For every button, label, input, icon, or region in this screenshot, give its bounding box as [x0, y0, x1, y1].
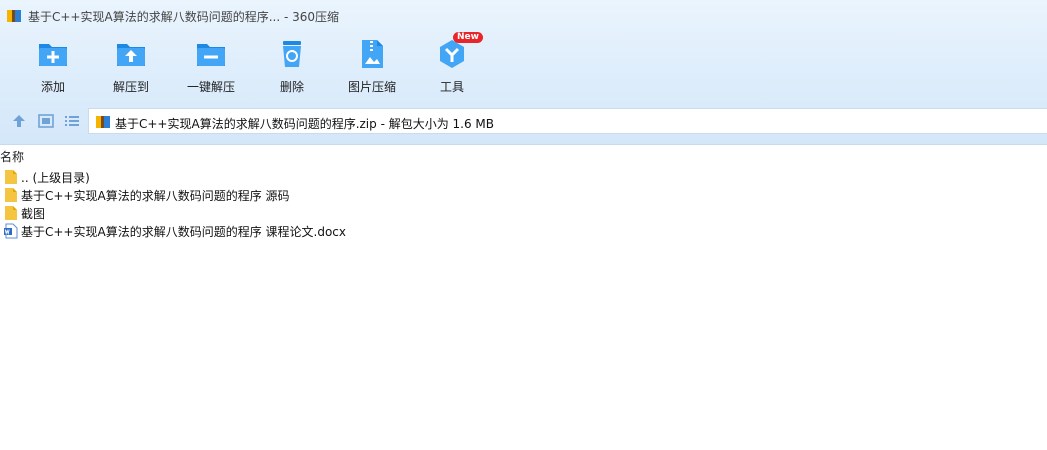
folder-icon [5, 206, 17, 220]
path-bar[interactable]: 基于C++实现A算法的求解八数码问题的程序.zip - 解包大小为 1.6 MB [88, 108, 1047, 134]
top-panel: 基于C++实现A算法的求解八数码问题的程序... - 360压缩 添加 解压到 [0, 0, 1047, 145]
word-document-icon [4, 223, 18, 239]
new-badge: New [453, 32, 483, 43]
list-item-screenshot-folder[interactable]: 截图 [4, 204, 604, 222]
navigation-bar: 基于C++实现A算法的求解八数码问题的程序.zip - 解包大小为 1.6 MB [0, 106, 1047, 136]
tools-button[interactable]: New 工具 [417, 32, 487, 98]
delete-label: 删除 [279, 80, 304, 94]
list-view-icon[interactable] [63, 112, 81, 130]
thumbnail-view-icon[interactable] [37, 112, 55, 130]
folder-icon [5, 188, 17, 202]
list-item-source-folder[interactable]: 基于C++实现A算法的求解八数码问题的程序 源码 [4, 186, 604, 204]
one-click-extract-icon [197, 44, 225, 66]
tools-label: 工具 [439, 80, 464, 94]
one-click-extract-button[interactable]: 一键解压 [176, 38, 246, 98]
list-item-parent-directory[interactable]: .. (上级目录) [4, 168, 604, 186]
column-header-name[interactable]: 名称 [0, 148, 24, 165]
extract-to-icon [117, 44, 145, 66]
image-compress-button[interactable]: 图片压缩 [337, 38, 407, 98]
add-icon [39, 44, 67, 66]
add-button[interactable]: 添加 [18, 38, 88, 98]
folder-icon [5, 170, 17, 184]
one-click-extract-label: 一键解压 [186, 80, 235, 94]
file-list: 名称 .. (上级目录) 基于C++实现A算法的求解八数码问题的程序 源码 截图… [0, 145, 1047, 450]
list-item-docx-file[interactable]: 基于C++实现A算法的求解八数码问题的程序 课程论文.docx [4, 222, 604, 240]
zip-archive-icon [96, 116, 110, 128]
archive-path-text: 基于C++实现A算法的求解八数码问题的程序.zip - 解包大小为 1.6 MB [115, 117, 495, 131]
delete-button[interactable]: 删除 [257, 38, 327, 98]
up-arrow-icon[interactable] [10, 112, 28, 130]
window-title: 基于C++实现A算法的求解八数码问题的程序... - 360压缩 [28, 10, 340, 24]
title-bar: 基于C++实现A算法的求解八数码问题的程序... - 360压缩 [0, 0, 1047, 32]
extract-to-button[interactable]: 解压到 [96, 38, 166, 98]
extract-to-label: 解压到 [112, 80, 149, 94]
image-compress-icon [362, 40, 383, 68]
file-name: 基于C++实现A算法的求解八数码问题的程序 源码 [21, 189, 290, 203]
file-name: 截图 [21, 207, 46, 221]
file-name: .. (上级目录) [21, 171, 90, 185]
archive-app-icon [7, 10, 21, 22]
delete-icon [283, 41, 301, 67]
image-compress-label: 图片压缩 [347, 80, 396, 94]
add-label: 添加 [40, 80, 65, 94]
file-name: 基于C++实现A算法的求解八数码问题的程序 课程论文.docx [21, 225, 346, 239]
